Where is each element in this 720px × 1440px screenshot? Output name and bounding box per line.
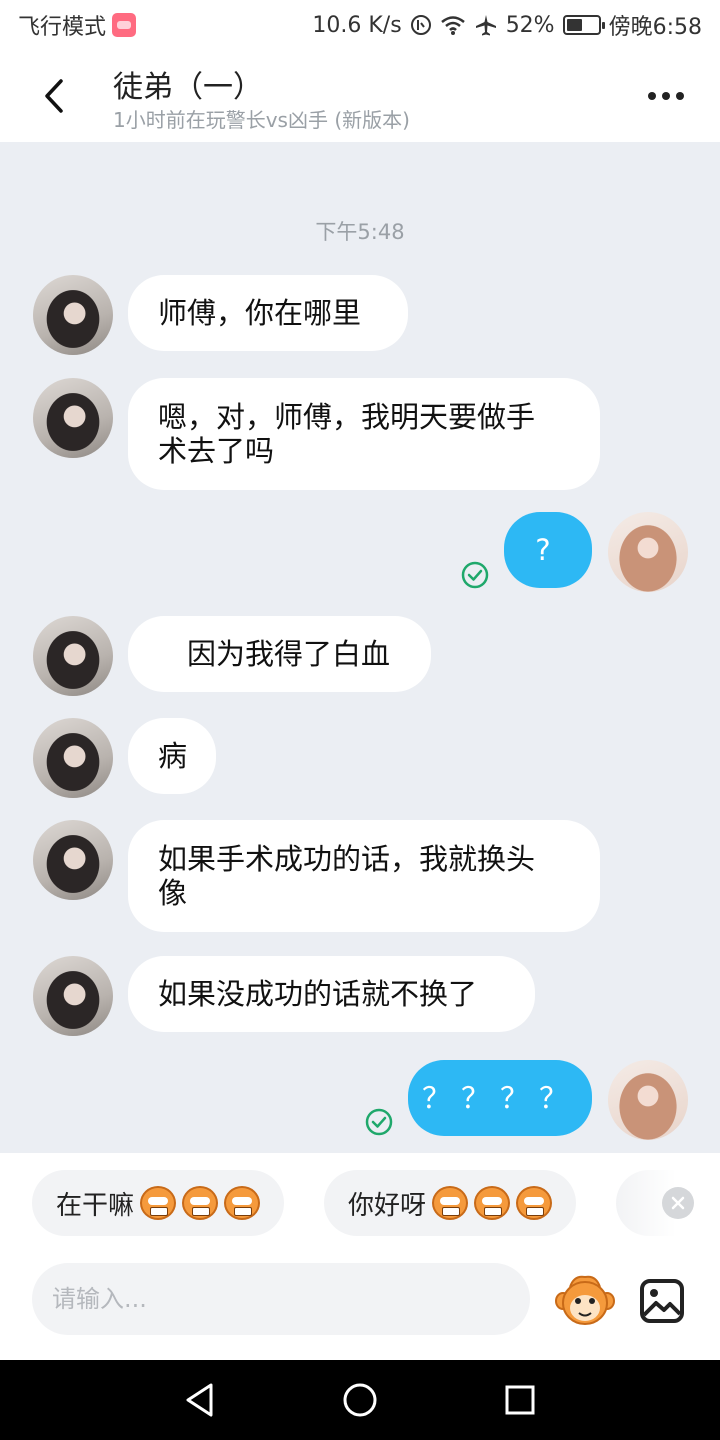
image-button[interactable] [638,1277,686,1325]
nav-home-button[interactable] [336,1376,384,1424]
chat-timestamp: 下午5:48 [315,220,405,244]
check-circle-icon [365,1108,393,1136]
back-button[interactable] [28,68,80,124]
message-input[interactable] [32,1263,530,1335]
message-text: 病 [158,739,187,773]
network-speed: 10.6 K/s [312,12,402,38]
battery-level [566,19,583,31]
clock: 傍晚6:58 [608,15,702,40]
battery-percent: 52% [505,12,555,38]
incoming-message-bubble[interactable]: 如果手术成功的话，我就换头像 [128,820,600,932]
chat-subtitle: 1小时前在玩警长vs凶手 (新版本) [113,108,410,132]
message-text: 如果手术成功的话，我就换头像 [158,842,535,910]
quick-reply-bar: 在干嘛 你好呀 [0,1153,720,1263]
message-line: 嗯，对，师傅，我明天要做手 [158,400,536,434]
status-left: 飞行模式 [18,9,137,41]
airplane-mode-label: 飞行模式 [18,15,107,40]
status-bar: 飞行模式 10.6 K/s 52% 傍晚6:58 [0,0,720,50]
message-line: 像 [158,876,188,910]
outgoing-message-bubble[interactable]: ？？？？ [408,1060,592,1136]
contact-avatar[interactable] [33,718,113,798]
image-icon [640,1279,684,1323]
message-text: ? [535,533,560,567]
app-notification-icon [112,13,137,37]
quick-reply-label: 在干嘛 [56,1190,135,1221]
message-text: ？？？？ [422,1081,578,1115]
close-quick-replies-button[interactable] [662,1187,694,1219]
message-line: 病 [158,739,188,773]
contact-avatar[interactable] [33,820,113,900]
battery-icon [562,15,605,35]
message-line: 如果没成功的话就不换了 [158,977,478,1011]
grin-emoji-icon [224,1186,261,1220]
smile-emoji-icon [474,1186,511,1220]
monkey-emoji-icon [555,1275,615,1325]
smile-emoji-icon [432,1186,469,1220]
quick-reply-chip[interactable]: 你好呀 [324,1170,577,1236]
incoming-message-bubble[interactable]: 如果没成功的话就不换了 [128,956,535,1032]
incoming-message-bubble[interactable]: 嗯，对，师傅，我明天要做手 术去了吗 [128,378,600,490]
chevron-left-icon [45,79,63,113]
input-bar [0,1263,720,1360]
emoji-button[interactable] [554,1273,616,1327]
airplane-icon [474,13,498,37]
circle-home-icon [343,1383,377,1417]
my-avatar[interactable] [608,512,688,592]
incoming-message-bubble[interactable]: 病 [128,718,216,794]
message-line: 因为我得了白血 [158,637,391,671]
triangle-back-icon [186,1383,213,1417]
message-line: 术去了吗 [158,434,275,468]
contact-avatar[interactable] [33,275,113,355]
message-text: 因为我得了白血 [158,637,390,671]
message-line: 师傅，你在哪里 [158,296,362,330]
more-dots-icon [648,92,656,100]
contact-avatar[interactable] [33,956,113,1036]
message-text: 如果没成功的话就不换了 [158,977,477,1011]
message-line: ？？？？ [422,1081,579,1115]
outgoing-message-bubble[interactable]: ? [504,512,592,588]
nav-back-button[interactable] [176,1376,224,1424]
grin-emoji-icon [182,1186,219,1220]
chat-header: 徒弟（一） 1小时前在玩警长vs凶手 (新版本) [0,50,720,142]
message-text: 嗯，对，师傅，我明天要做手 术去了吗 [158,400,535,468]
check-circle-icon [461,561,489,589]
incoming-message-bubble[interactable]: 因为我得了白血 [128,616,431,692]
close-icon [671,1196,685,1210]
data-saver-icon [410,14,432,36]
square-recent-icon [505,1385,535,1415]
incoming-message-bubble[interactable]: 师傅，你在哪里 [128,275,408,351]
more-options-button[interactable] [642,78,690,114]
message-text: 师傅，你在哪里 [158,296,361,330]
contact-avatar[interactable] [33,616,113,696]
my-avatar[interactable] [608,1060,688,1140]
system-nav-bar [0,1360,720,1440]
contact-avatar[interactable] [33,378,113,458]
chat-title: 徒弟（一） [113,70,263,105]
quick-reply-chip[interactable]: 在干嘛 [32,1170,285,1236]
nav-recent-button[interactable] [496,1376,544,1424]
quick-reply-label: 你好呀 [348,1190,427,1221]
grin-emoji-icon [140,1186,177,1220]
status-right: 10.6 K/s 52% 傍晚6:58 [312,9,702,41]
wifi-icon [440,14,466,36]
message-line: ? [535,533,561,567]
smile-emoji-icon [516,1186,553,1220]
message-line: 如果手术成功的话，我就换头 [158,842,536,876]
